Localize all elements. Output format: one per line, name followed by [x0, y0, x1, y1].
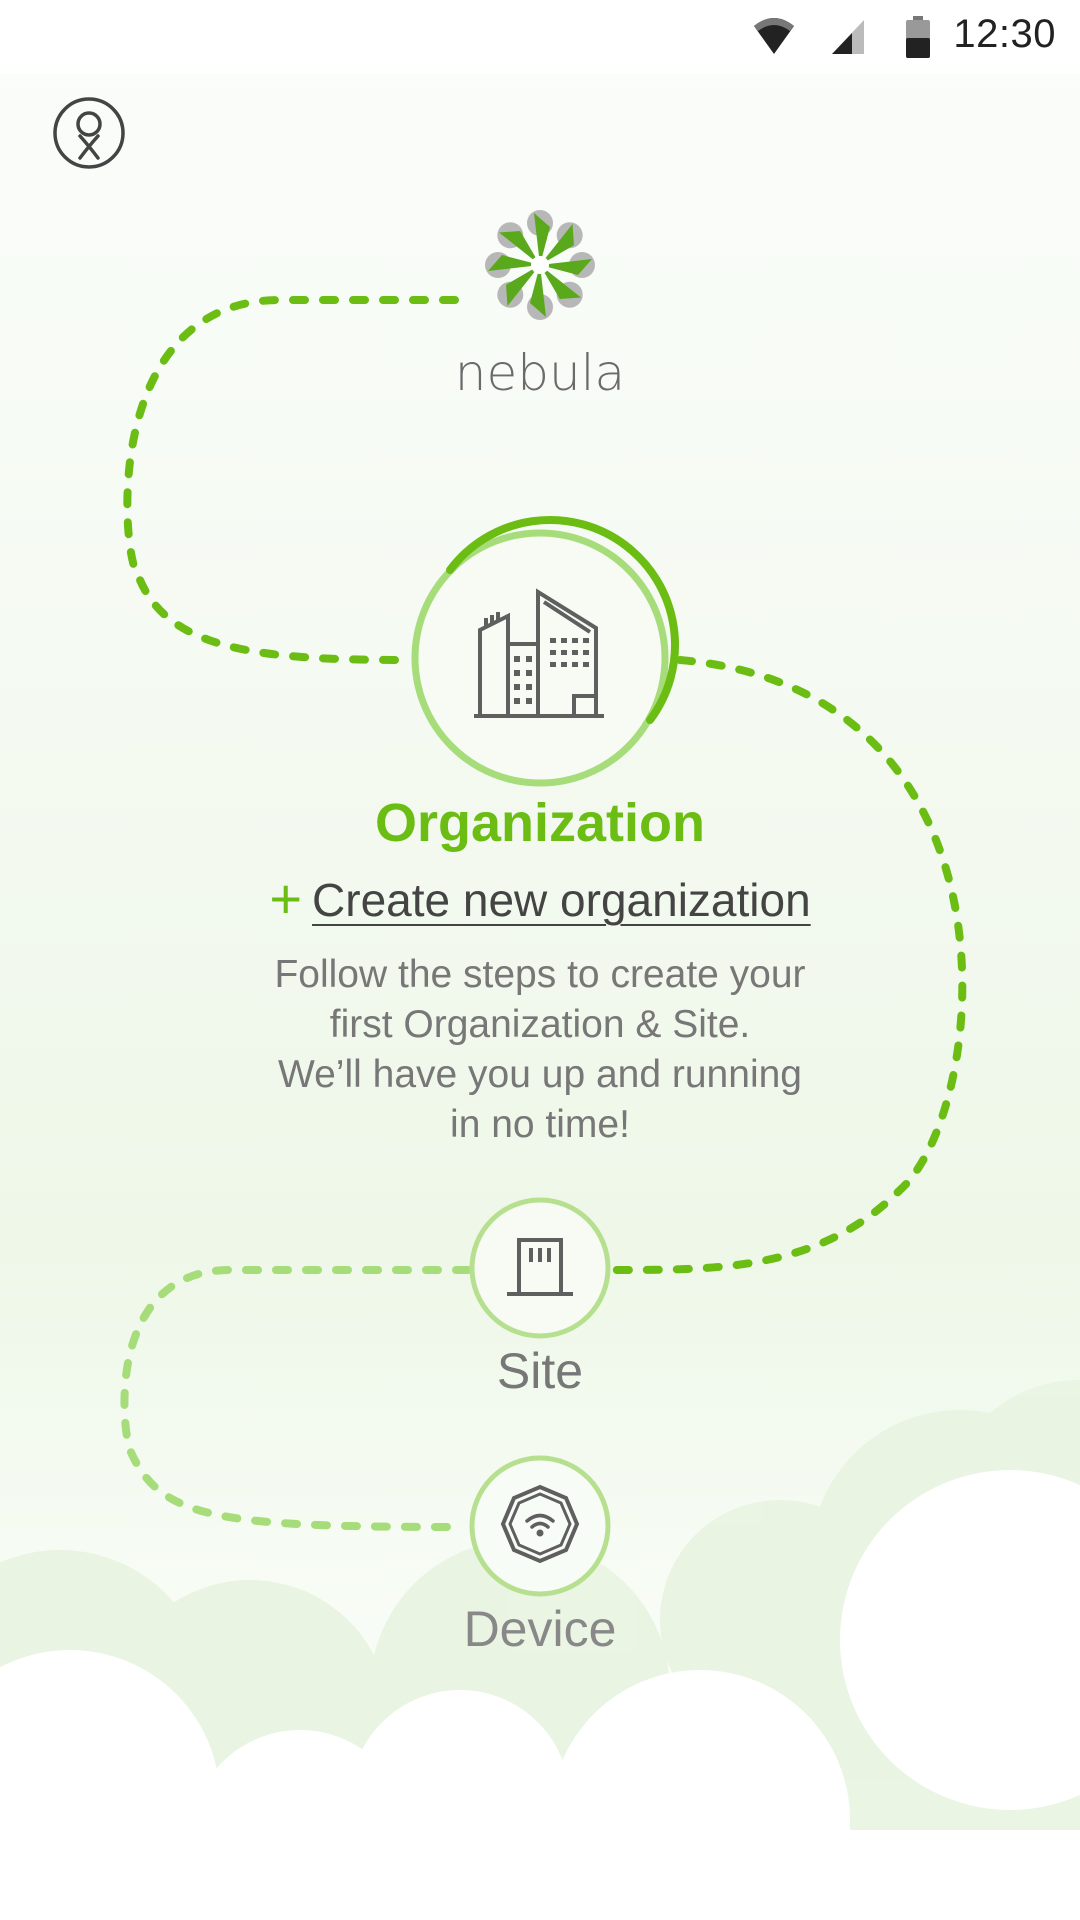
description-line: first Organization & Site. [329, 1003, 751, 1046]
site-label: Site [496, 1343, 584, 1399]
brand-name: nebula [454, 344, 626, 402]
description-line: We’ll have you up and running [278, 1053, 802, 1096]
site-door-icon [507, 1238, 573, 1296]
organization-title: Organization [374, 793, 705, 853]
description-line: Follow the steps to create your [274, 953, 806, 996]
signal-icon [832, 20, 864, 54]
battery-icon [906, 16, 930, 58]
nebula-logo-icon [485, 210, 595, 320]
onboarding-screen: 12:30 nebula Organization + Create new o… [0, 0, 1080, 1920]
description-line: in no time! [450, 1103, 630, 1146]
create-organization-label: Create new organization [312, 874, 811, 926]
onboarding-description: Follow the steps to create your first Or… [0, 950, 1080, 1150]
plus-icon: + [269, 867, 303, 930]
wifi-device-icon [500, 1484, 580, 1564]
create-organization-link[interactable]: + Create new organization [0, 866, 1080, 931]
status-bar: 12:30 [0, 0, 1080, 74]
profile-icon[interactable] [52, 96, 126, 170]
status-time: 12:30 [953, 12, 1056, 56]
building-icon [474, 588, 604, 718]
wifi-icon [754, 18, 794, 54]
device-label: Device [463, 1601, 617, 1657]
